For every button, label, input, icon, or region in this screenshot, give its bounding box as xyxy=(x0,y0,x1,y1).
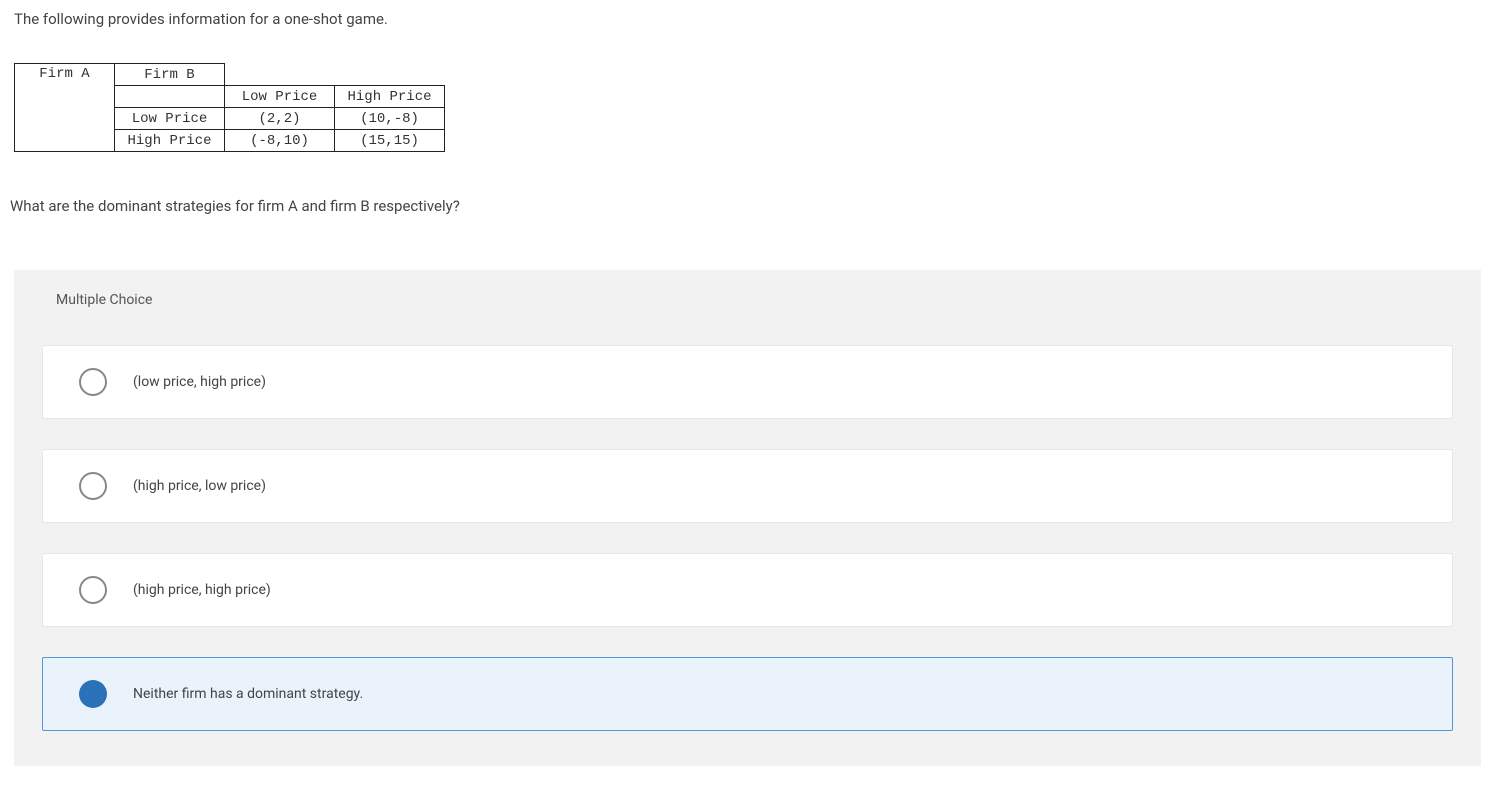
empty-cell xyxy=(225,64,335,86)
mc-header: Multiple Choice xyxy=(14,270,1481,330)
col-header-high: High Price xyxy=(335,86,445,108)
radio-icon xyxy=(79,368,107,396)
option-d[interactable]: Neither firm has a dominant strategy. xyxy=(42,657,1453,731)
empty-header xyxy=(115,86,225,108)
cell-hl: (-8,10) xyxy=(225,130,335,152)
firm-a-label: Firm A xyxy=(15,64,115,152)
radio-icon xyxy=(79,472,107,500)
options-area: (low price, high price) (high price, low… xyxy=(14,330,1481,766)
intro-text: The following provides information for a… xyxy=(10,10,1481,28)
multiple-choice-container: Multiple Choice (low price, high price) … xyxy=(14,270,1481,766)
firm-b-label: Firm B xyxy=(115,64,225,86)
option-a-label: (low price, high price) xyxy=(133,374,266,390)
row-header-low: Low Price xyxy=(115,108,225,130)
question-text: What are the dominant strategies for fir… xyxy=(10,197,1481,215)
row-header-high: High Price xyxy=(115,130,225,152)
option-b-label: (high price, low price) xyxy=(133,478,266,494)
option-c-label: (high price, high price) xyxy=(133,582,271,598)
col-header-low: Low Price xyxy=(225,86,335,108)
option-d-label: Neither firm has a dominant strategy. xyxy=(133,686,363,702)
radio-icon-selected xyxy=(79,680,107,708)
option-a[interactable]: (low price, high price) xyxy=(42,345,1453,419)
cell-ll: (2,2) xyxy=(225,108,335,130)
cell-lh: (10,-8) xyxy=(335,108,445,130)
option-b[interactable]: (high price, low price) xyxy=(42,449,1453,523)
empty-cell xyxy=(335,64,445,86)
radio-icon xyxy=(79,576,107,604)
cell-hh: (15,15) xyxy=(335,130,445,152)
payoff-table: Firm A Firm B Low Price High Price Low P… xyxy=(14,63,445,152)
option-c[interactable]: (high price, high price) xyxy=(42,553,1453,627)
